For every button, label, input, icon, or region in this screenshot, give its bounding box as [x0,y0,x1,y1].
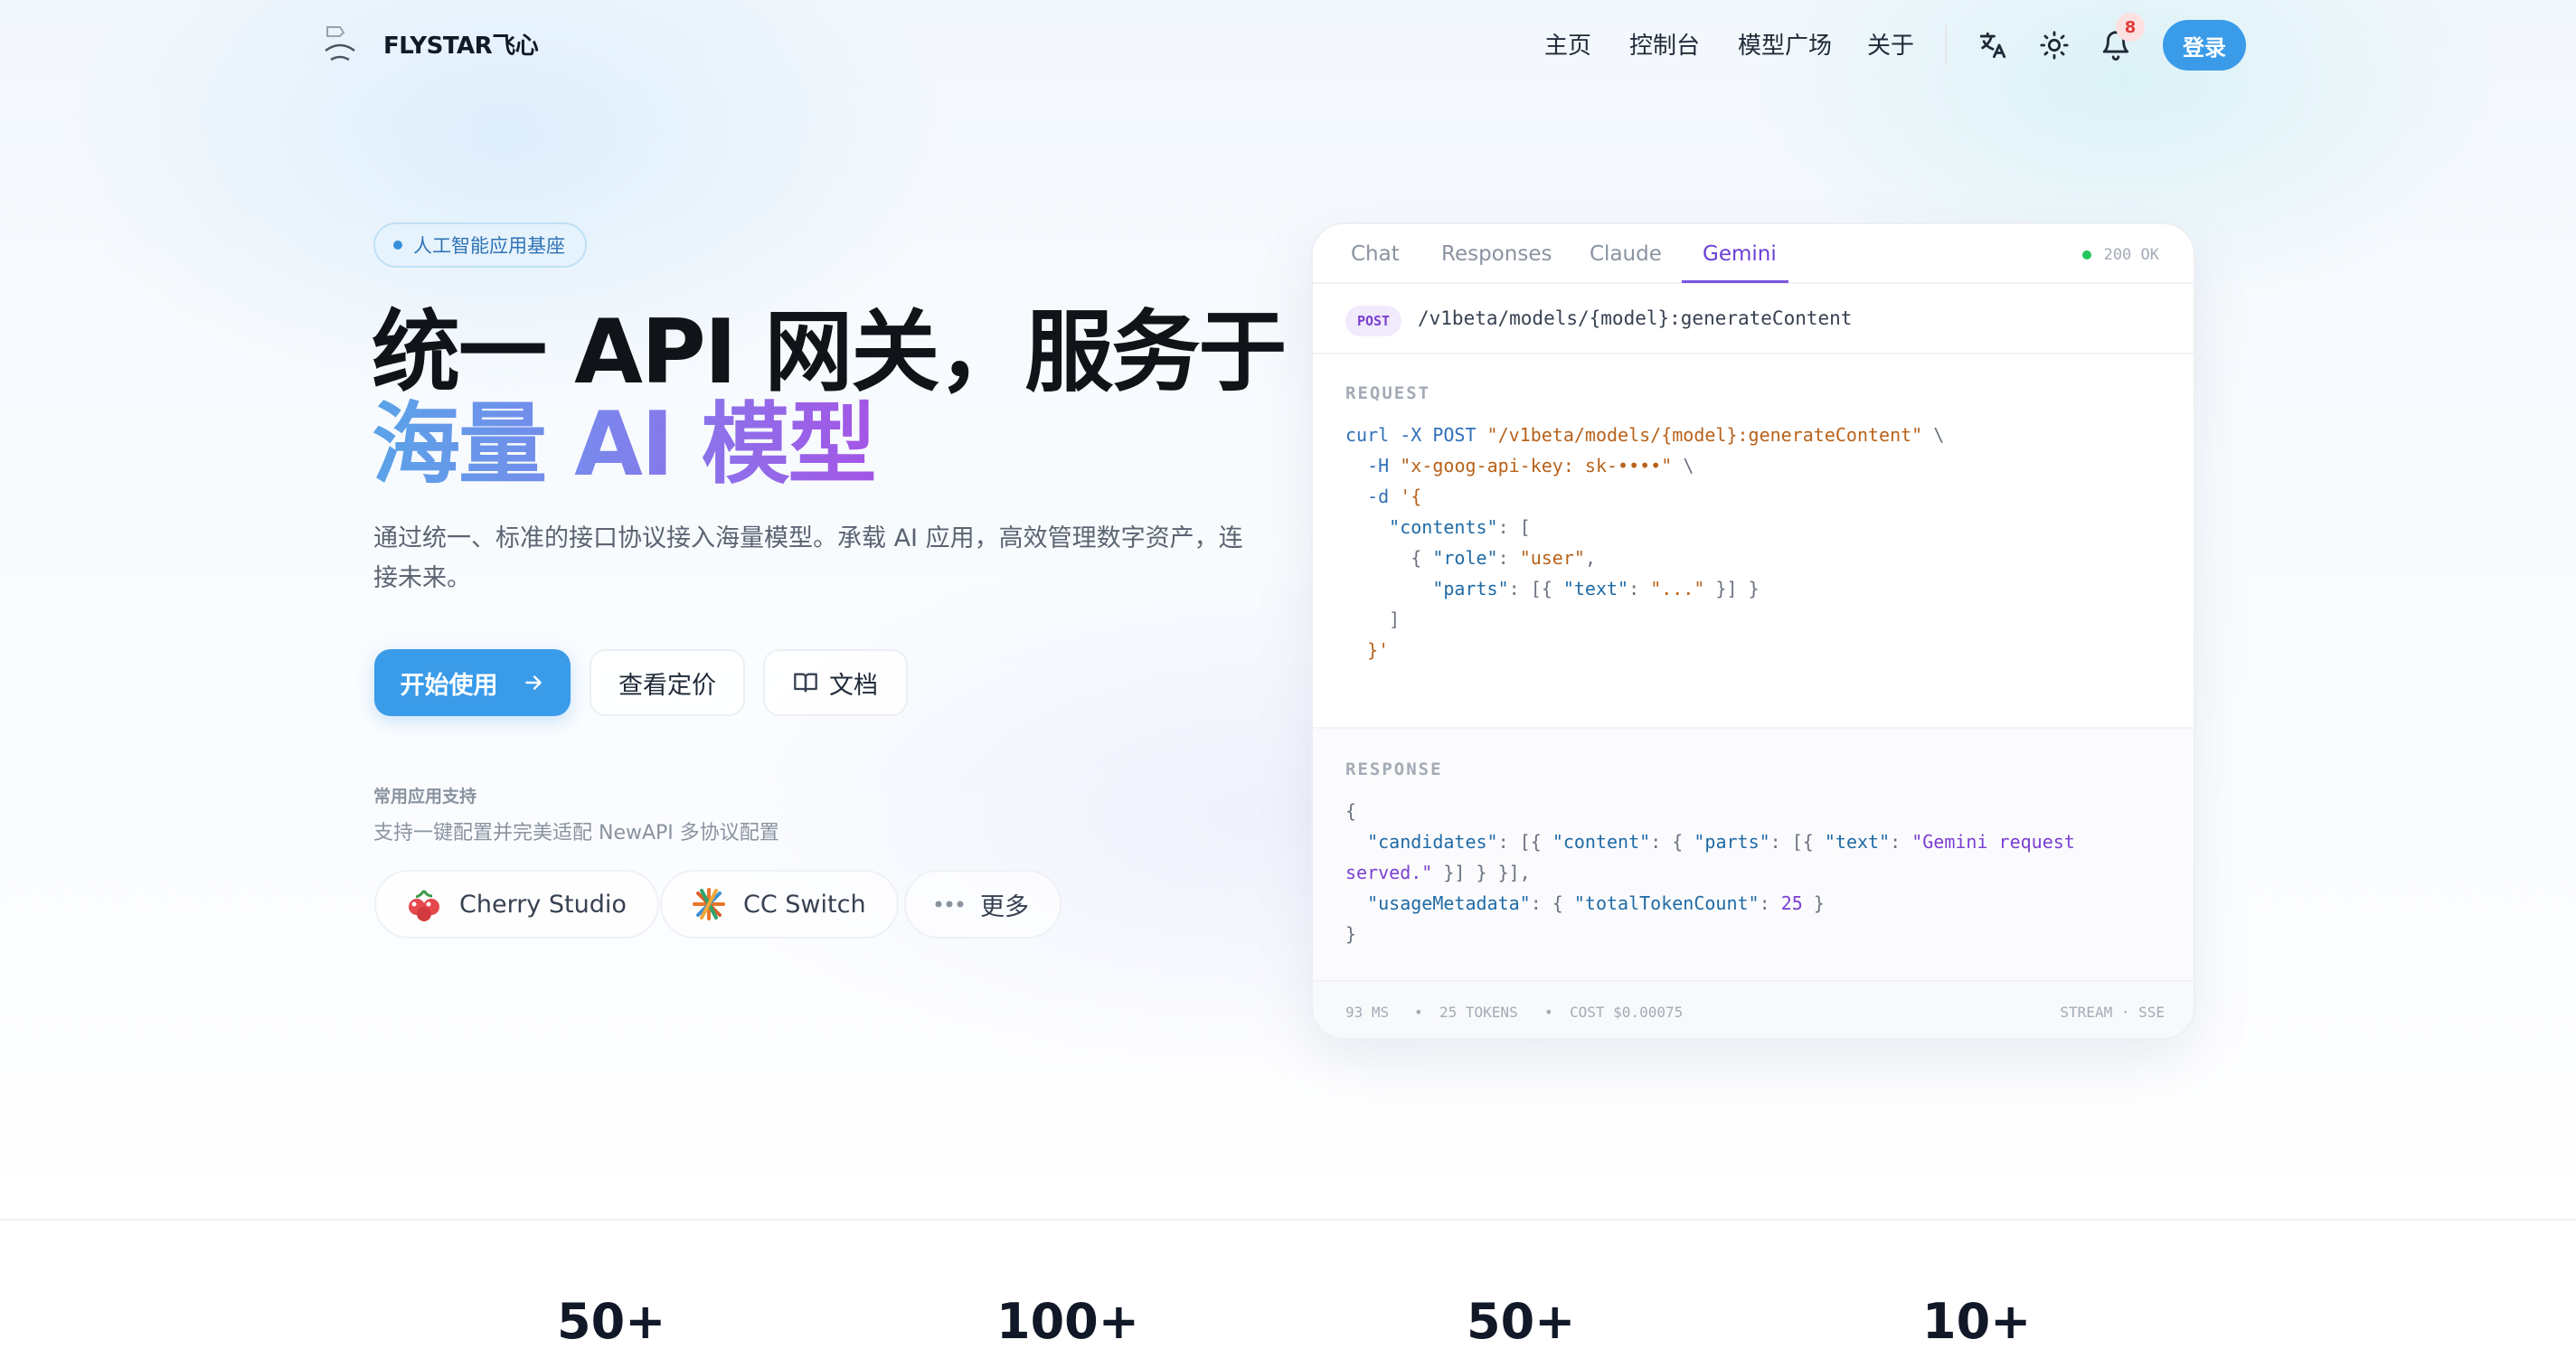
stat-value: 50+ [557,1293,666,1349]
docs-button[interactable]: 文档 [763,649,908,716]
tokens-text: 25 TOKENS [1439,1004,1518,1021]
get-started-label: 开始使用 [400,671,498,700]
support-title: 常用应用支持 [373,787,477,807]
stats-section [0,1219,2576,1349]
nav-divider [1945,25,1947,65]
nav-link-home[interactable]: 主页 [1544,27,1591,61]
separator-dot: • [1414,1004,1423,1021]
app-chip-cherry-studio[interactable]: Cherry Studio [374,870,659,939]
pricing-button[interactable]: 查看定价 [590,649,745,716]
response-label: RESPONSE [1345,759,1443,779]
response-meta-footer: 93 MS • 25 TOKENS • COST $0.00075 STREAM… [1313,980,2194,1038]
support-subtitle: 支持一键配置并完美适配 NewAPI 多协议配置 [373,822,779,844]
status-dot-icon [2081,250,2091,259]
protocol-tabs: Chat Responses Claude Gemini 200 OK [1313,224,2194,284]
hero-subtitle: 通过统一、标准的接口协议接入海量模型。承载 AI 应用，高效管理数字资产，连接未… [373,524,1243,592]
hero-title-line2: 海量 AI 模型 [372,391,877,499]
brand-name[interactable]: FLYSTAR飞心 [383,27,539,61]
latency-text: 93 MS [1345,1004,1390,1021]
response-code[interactable]: { "candidates": [{ "content": { "parts":… [1345,796,2075,949]
stat-value: 50+ [1467,1293,1576,1349]
stat-value: 100+ [996,1293,1139,1349]
pricing-label: 查看定价 [618,671,716,700]
http-method-badge: POST [1345,306,1401,336]
book-icon [794,673,817,693]
hero-tag: 人工智能应用基座 [373,222,587,268]
stat-value: 10+ [1922,1293,2032,1349]
nav-link-console[interactable]: 控制台 [1629,27,1700,61]
hero-tag-label: 人工智能应用基座 [413,235,565,257]
app-chip-label: Cherry Studio [459,890,627,919]
stream-mode-text: STREAM · SSE [2060,1004,2165,1021]
docs-label: 文档 [829,671,878,700]
app-chip-more[interactable]: 更多 [904,870,1062,939]
endpoint-path: /v1beta/models/{model}:generateContent [1418,307,1853,329]
response-status: 200 OK [2081,246,2159,264]
app-chip-label: CC Switch [743,890,866,919]
starburst-icon [693,888,725,920]
notification-badge: 8 [2116,13,2145,42]
arrow-right-icon [524,675,542,690]
app-chip-cc-switch[interactable]: CC Switch [660,870,899,939]
sun-icon[interactable] [2034,25,2074,65]
translate-icon[interactable] [1973,25,2013,65]
cherry-icon [409,890,439,921]
tag-dot-icon [393,241,402,250]
nav-link-models[interactable]: 模型广场 [1738,27,1832,61]
request-label: REQUEST [1345,383,1431,403]
request-code[interactable]: curl -X POST "/v1beta/models/{model}:gen… [1345,420,1944,665]
endpoint-row: POST /v1beta/models/{model}:generateCont… [1313,284,2194,354]
status-text: 200 OK [2103,246,2159,264]
get-started-button[interactable]: 开始使用 [374,649,571,716]
active-tab-indicator [1682,280,1788,283]
nav-link-about[interactable]: 关于 [1867,27,1914,61]
cost-text: COST $0.00075 [1570,1004,1684,1021]
login-button[interactable]: 登录 [2163,20,2246,71]
tab-claude[interactable]: Claude [1590,242,1662,266]
tab-chat[interactable]: Chat [1351,242,1400,266]
top-nav: FLYSTAR飞心 主页 控制台 模型广场 关于 8 登录 [0,0,2576,90]
tab-gemini[interactable]: Gemini [1703,242,1777,266]
logo-icon[interactable] [322,24,358,67]
response-panel: RESPONSE { "candidates": [{ "content": {… [1313,727,2194,980]
separator-dot: • [1544,1004,1553,1021]
tab-responses[interactable]: Responses [1441,242,1552,266]
api-demo-card: Chat Responses Claude Gemini 200 OK POST… [1311,222,2195,1040]
more-dots-icon [935,901,964,908]
app-chip-label: 更多 [980,892,1029,921]
